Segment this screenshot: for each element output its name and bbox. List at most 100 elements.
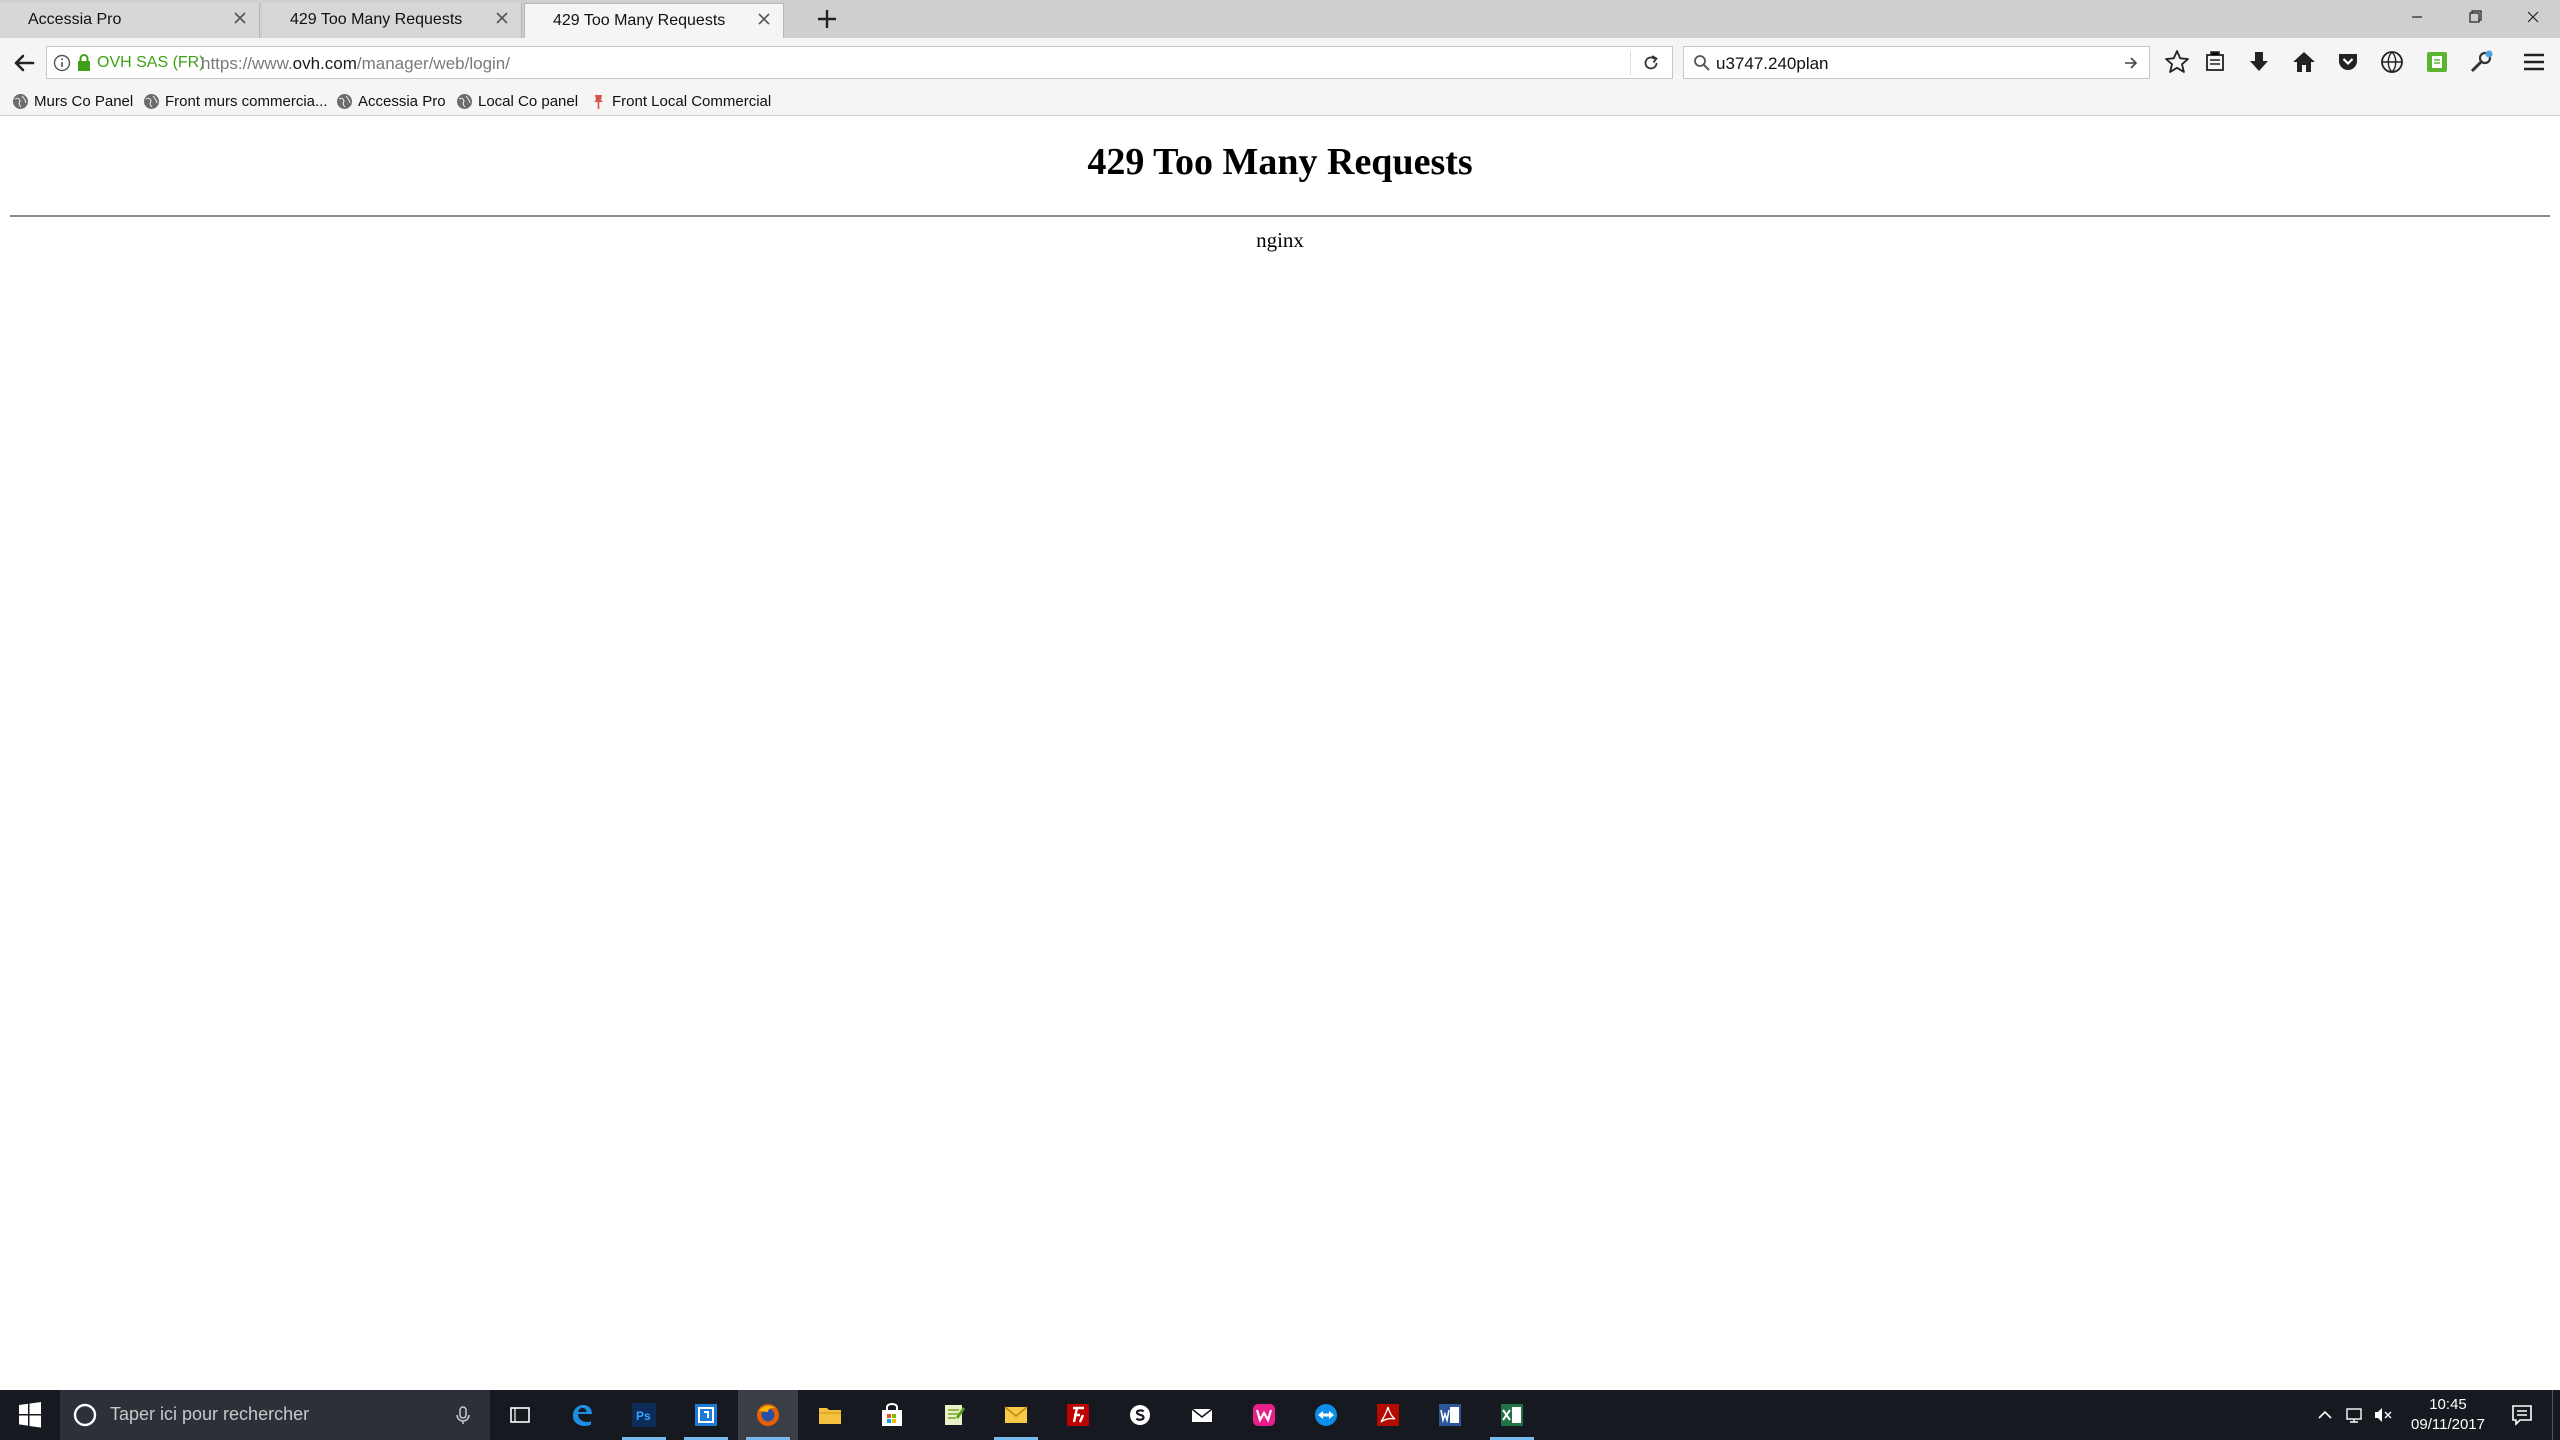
store-bag-icon bbox=[882, 1403, 902, 1426]
lock-icon bbox=[78, 54, 90, 71]
firefox-icon bbox=[757, 1404, 779, 1426]
info-icon[interactable] bbox=[53, 54, 71, 72]
tab-429-first[interactable]: 429 Too Many Requests bbox=[262, 3, 522, 38]
url-divider bbox=[1630, 51, 1631, 75]
notification-center-icon[interactable] bbox=[2500, 1390, 2544, 1440]
taskbar-app-outlook[interactable] bbox=[986, 1390, 1046, 1440]
bookmark-star-icon[interactable] bbox=[2162, 47, 2192, 77]
task-view-button[interactable] bbox=[490, 1390, 550, 1440]
wamp-icon bbox=[1253, 1404, 1275, 1426]
home-icon[interactable] bbox=[2289, 47, 2319, 77]
back-arrow-icon[interactable] bbox=[9, 48, 39, 78]
pocket-icon[interactable] bbox=[2333, 47, 2363, 77]
windows-start-icon[interactable] bbox=[0, 1390, 60, 1440]
excel-icon bbox=[1501, 1404, 1523, 1426]
globe-icon bbox=[457, 94, 472, 109]
taskbar-search-placeholder: Taper ici pour rechercher bbox=[110, 1404, 310, 1424]
close-icon[interactable] bbox=[229, 7, 251, 29]
taskbar-app-teamviewer[interactable] bbox=[1296, 1390, 1356, 1440]
horizontal-rule bbox=[10, 215, 2550, 217]
menu-hamburger-icon[interactable] bbox=[2519, 47, 2549, 77]
taskbar-app-notepad-plus[interactable] bbox=[924, 1390, 984, 1440]
reload-icon[interactable] bbox=[1641, 53, 1661, 73]
taskbar-app-file-explorer[interactable] bbox=[800, 1390, 860, 1440]
taskbar-app-filezilla[interactable] bbox=[1048, 1390, 1108, 1440]
microphone-icon[interactable] bbox=[452, 1404, 474, 1426]
download-icon[interactable] bbox=[2244, 47, 2274, 77]
tab-label: Accessia Pro bbox=[28, 11, 122, 28]
reading-list-icon[interactable] bbox=[2200, 47, 2230, 77]
taskbar-app-remote-desktop[interactable] bbox=[676, 1390, 736, 1440]
clock-time: 10:45 bbox=[2429, 1396, 2467, 1413]
bookmark-label: Front murs commercia... bbox=[165, 93, 328, 110]
tab-429-active[interactable]: 429 Too Many Requests bbox=[524, 3, 784, 38]
chevron-up-icon[interactable] bbox=[2314, 1404, 2336, 1426]
minimize-icon[interactable] bbox=[2388, 0, 2446, 36]
remote-desktop-icon bbox=[695, 1404, 717, 1426]
bookmark-label: Local Co panel bbox=[478, 93, 579, 110]
taskbar-app-firefox[interactable] bbox=[738, 1390, 798, 1440]
close-icon[interactable] bbox=[491, 7, 513, 29]
filezilla-icon bbox=[1067, 1404, 1089, 1426]
bookmark-label: Murs Co Panel bbox=[34, 93, 134, 110]
network-icon[interactable] bbox=[2344, 1404, 2366, 1426]
outlook-envelope-icon bbox=[1004, 1406, 1028, 1423]
clock-date: 09/11/2017 bbox=[2411, 1416, 2485, 1433]
bookmark-label: Accessia Pro bbox=[358, 93, 446, 110]
server-name: nginx bbox=[1256, 228, 1304, 252]
taskbar-app-excel[interactable] bbox=[1482, 1390, 1542, 1440]
page-title: 429 Too Many Requests bbox=[1087, 141, 1473, 183]
url-text[interactable]: https://www.ovh.com/manager/web/login/ bbox=[201, 54, 510, 74]
close-window-icon[interactable] bbox=[2504, 0, 2560, 36]
globe-icon bbox=[13, 94, 28, 109]
teamviewer-icon bbox=[1315, 1404, 1337, 1426]
word-icon bbox=[1439, 1404, 1461, 1426]
site-identity[interactable]: OVH SAS (FR) bbox=[97, 54, 205, 72]
taskbar-app-store[interactable] bbox=[862, 1390, 922, 1440]
mail-icon bbox=[1191, 1408, 1213, 1422]
url-path: /manager/web/login/ bbox=[356, 54, 510, 73]
tab-label: 429 Too Many Requests bbox=[553, 12, 726, 29]
tab-label: 429 Too Many Requests bbox=[290, 11, 463, 28]
bookmarks-toolbar: Murs Co Panel Front murs commercia... Ac… bbox=[0, 87, 2560, 116]
navigation-toolbar: OVH SAS (FR) https://www.ovh.com/manager… bbox=[0, 38, 2560, 87]
go-arrow-icon[interactable] bbox=[2122, 54, 2140, 72]
taskbar-app-mail[interactable] bbox=[1172, 1390, 1232, 1440]
photoshop-icon: Ps bbox=[632, 1403, 656, 1427]
taskbar-app-wamp[interactable] bbox=[1234, 1390, 1294, 1440]
tab-accessia-pro[interactable]: Accessia Pro bbox=[0, 3, 260, 38]
taskbar-app-skype[interactable] bbox=[1110, 1390, 1170, 1440]
extension-globe-icon[interactable] bbox=[2377, 47, 2407, 77]
search-input[interactable]: u3747.240plan bbox=[1716, 54, 1829, 74]
skype-icon bbox=[1130, 1405, 1150, 1425]
globe-icon bbox=[337, 94, 352, 109]
globe-icon bbox=[144, 94, 159, 109]
tab-strip: Accessia Pro 429 Too Many Requests 429 T… bbox=[0, 0, 2560, 38]
taskbar-search-box[interactable]: Taper ici pour rechercher bbox=[60, 1390, 490, 1440]
folder-icon bbox=[819, 1408, 841, 1424]
task-view-icon bbox=[510, 1407, 530, 1423]
pin-icon bbox=[594, 95, 603, 109]
url-prefix: https://www. bbox=[201, 54, 293, 73]
url-bar[interactable]: OVH SAS (FR) https://www.ovh.com/manager… bbox=[46, 46, 1673, 79]
volume-muted-icon[interactable] bbox=[2372, 1404, 2394, 1426]
show-desktop-button[interactable] bbox=[2552, 1390, 2560, 1440]
svg-text:Ps: Ps bbox=[636, 1409, 651, 1423]
system-clock[interactable]: 10:45 09/11/2017 bbox=[2396, 1395, 2500, 1435]
page-content: 429 Too Many Requests nginx bbox=[0, 116, 2560, 1390]
edge-icon bbox=[573, 1405, 592, 1426]
bookmark-label: Front Local Commercial bbox=[612, 93, 772, 110]
taskbar-app-edge[interactable] bbox=[552, 1390, 612, 1440]
taskbar-app-photoshop[interactable]: Ps bbox=[614, 1390, 674, 1440]
close-icon[interactable] bbox=[753, 8, 775, 30]
windows-taskbar: Taper ici pour rechercher Ps 10:45 09/11… bbox=[0, 1390, 2560, 1440]
green-extension-icon[interactable] bbox=[2422, 47, 2452, 77]
search-bar[interactable]: u3747.240plan bbox=[1683, 46, 2150, 79]
tools-extension-icon[interactable] bbox=[2466, 47, 2496, 77]
taskbar-app-acrobat[interactable] bbox=[1358, 1390, 1418, 1440]
url-domain: ovh.com bbox=[292, 54, 357, 73]
taskbar-app-word[interactable] bbox=[1420, 1390, 1480, 1440]
restore-icon[interactable] bbox=[2446, 0, 2504, 36]
acrobat-icon bbox=[1377, 1404, 1399, 1426]
new-tab-icon[interactable] bbox=[812, 4, 842, 34]
